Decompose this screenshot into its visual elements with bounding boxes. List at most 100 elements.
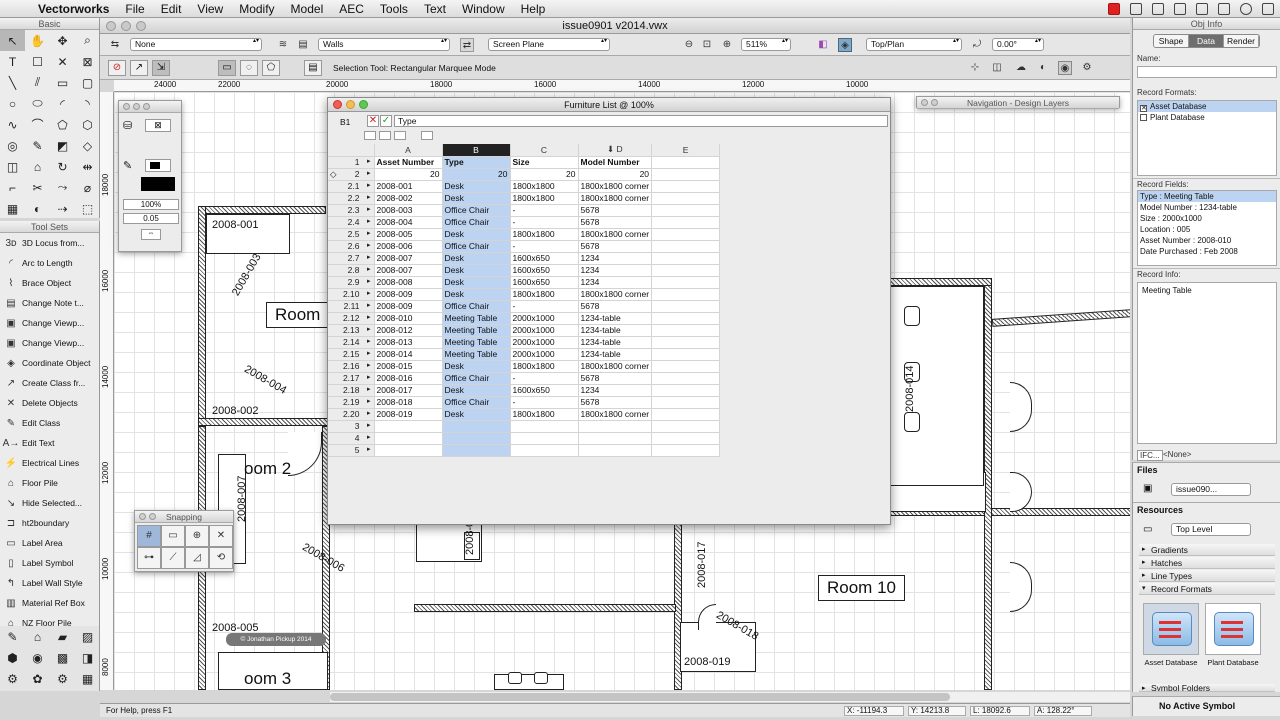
cell[interactable]: Meeting Table: [442, 348, 511, 361]
cell[interactable]: 1800x1800 corner: [578, 288, 653, 301]
checkbox[interactable]: [1140, 114, 1147, 121]
cell[interactable]: 2008-010: [374, 312, 443, 325]
snap-smart-points-icon[interactable]: ⟋: [161, 547, 185, 569]
row-number[interactable]: 2.8: [328, 264, 375, 277]
worksheet-menu-icon[interactable]: [364, 131, 376, 140]
name-field[interactable]: [1137, 66, 1277, 78]
spiral-tool-icon[interactable]: ◎: [0, 135, 25, 156]
cell[interactable]: 5678: [578, 372, 653, 385]
row-number[interactable]: 2.7: [328, 252, 375, 265]
visualization-icon[interactable]: ◉: [25, 647, 50, 668]
gear-tools-icon[interactable]: ⚙: [50, 668, 75, 689]
cell[interactable]: 2008-008: [374, 276, 443, 289]
display-icon[interactable]: [1130, 2, 1142, 15]
row-number[interactable]: 2.19: [328, 396, 375, 409]
toolset-item[interactable]: ▣ Change Viewp...: [0, 333, 99, 353]
toolset-item[interactable]: ↘ Hide Selected...: [0, 493, 99, 513]
cell[interactable]: 1800x1800: [510, 288, 579, 301]
cell[interactable]: Desk: [442, 408, 511, 421]
render-mode-icon[interactable]: ◧: [816, 38, 830, 52]
plant-icon[interactable]: ✿: [25, 668, 50, 689]
list-item[interactable]: Model Number : 1234-table: [1138, 202, 1276, 213]
cell[interactable]: 5678: [578, 300, 653, 313]
close-button[interactable]: [106, 21, 116, 31]
row-number[interactable]: 2.13: [328, 324, 375, 337]
polygon-marquee-icon[interactable]: ⬠: [262, 60, 280, 76]
cell[interactable]: [651, 168, 721, 181]
layer-popup[interactable]: Walls: [318, 38, 450, 51]
cell[interactable]: 1800x1800: [510, 360, 579, 373]
freehand-tool-icon[interactable]: ∿: [0, 114, 25, 135]
list-item[interactable]: Asset Number : 2008-010: [1138, 235, 1276, 246]
worksheet-format-icon[interactable]: [394, 131, 406, 140]
checkbox-checked[interactable]: ✕: [1140, 105, 1147, 112]
row-number[interactable]: 2.14: [328, 336, 375, 349]
class-icon[interactable]: ⇆: [108, 38, 122, 52]
toolset-item[interactable]: ▯ Label Symbol: [0, 553, 99, 573]
fillet-tool-icon[interactable]: ⌐: [0, 177, 25, 198]
cell[interactable]: 1800x1800 corner: [578, 228, 653, 241]
volume-icon[interactable]: [1174, 2, 1186, 15]
cell[interactable]: 1234-table: [578, 336, 653, 349]
cell[interactable]: 1234: [578, 384, 653, 397]
cell[interactable]: 1600x650: [510, 276, 579, 289]
cell[interactable]: 1234: [578, 276, 653, 289]
toolset-item[interactable]: ↰ Label Wall Style: [0, 573, 99, 593]
list-item[interactable]: Location : 005: [1138, 224, 1276, 235]
cell[interactable]: 2000x1000: [510, 336, 579, 349]
zoom-field[interactable]: 511%: [741, 38, 791, 51]
scope-popup[interactable]: Top Level: [1171, 523, 1251, 536]
dims-notes-icon[interactable]: ✎: [0, 626, 25, 647]
cell[interactable]: Desk: [442, 192, 511, 205]
cell[interactable]: 2000x1000: [510, 324, 579, 337]
cell[interactable]: 1600x650: [510, 252, 579, 265]
cell[interactable]: Meeting Table: [442, 336, 511, 349]
quarter-arc-tool-icon[interactable]: ◝: [75, 93, 100, 114]
cell[interactable]: [651, 444, 721, 457]
cell[interactable]: 1234-table: [578, 348, 653, 361]
color-swatch[interactable]: [141, 177, 175, 191]
cell[interactable]: 1800x1800 corner: [578, 408, 653, 421]
column-header[interactable]: A: [374, 144, 443, 157]
cell[interactable]: 1234-table: [578, 324, 653, 337]
cell[interactable]: 2008-017: [374, 384, 443, 397]
snap-grid-icon[interactable]: #: [137, 525, 161, 547]
worksheet-grid[interactable]: A B C ⬇ D E 1 Asset Number Type Size Mod…: [328, 144, 721, 457]
tab-data[interactable]: Data: [1189, 35, 1224, 47]
cell[interactable]: [651, 204, 721, 217]
line-weight-field[interactable]: 0.05: [123, 213, 179, 224]
cell[interactable]: Desk: [442, 264, 511, 277]
cell[interactable]: 1800x1800: [510, 228, 579, 241]
snap-angle-icon[interactable]: ⊕: [185, 525, 209, 547]
cell[interactable]: 1234: [578, 264, 653, 277]
reshape-tool-icon[interactable]: ◇: [75, 135, 100, 156]
arrowhead-popup[interactable]: ⇔: [141, 229, 161, 240]
toolset-item[interactable]: ⌇ Brace Object: [0, 273, 99, 293]
list-item[interactable]: Type : Meeting Table: [1138, 191, 1276, 202]
toolset-item[interactable]: ✕ Delete Objects: [0, 393, 99, 413]
snap-edge-icon[interactable]: ◿: [185, 547, 209, 569]
y-coordinate[interactable]: Y: 14213.8: [908, 706, 966, 716]
menu-file[interactable]: File: [117, 2, 152, 16]
cell[interactable]: 2008-009: [374, 300, 443, 313]
angle-field[interactable]: A: 128.22°: [1034, 706, 1092, 716]
cell[interactable]: Office Chair: [442, 300, 511, 313]
file-popup[interactable]: issue090...: [1171, 483, 1251, 496]
misc-tools-icon[interactable]: ▦: [75, 668, 99, 689]
view-popup[interactable]: Top/Plan: [866, 38, 962, 51]
cell[interactable]: 1800x1800: [510, 408, 579, 421]
column-header-selected[interactable]: B: [442, 144, 511, 157]
row-number[interactable]: 5: [328, 444, 375, 457]
site-planning-icon[interactable]: ▩: [50, 647, 75, 668]
notification-icon[interactable]: [1262, 2, 1274, 15]
cell[interactable]: Meeting Table: [442, 324, 511, 337]
multiple-reshape-icon[interactable]: ⇲: [152, 60, 170, 76]
view-icon[interactable]: ◈: [838, 38, 852, 52]
cell[interactable]: 2008-005: [374, 228, 443, 241]
cell[interactable]: 1800x1800 corner: [578, 360, 653, 373]
column-header[interactable]: E: [651, 144, 721, 157]
cell[interactable]: Desk: [442, 384, 511, 397]
cell[interactable]: [578, 432, 653, 445]
cell[interactable]: 2008-015: [374, 360, 443, 373]
options-icon[interactable]: ▤: [304, 60, 322, 76]
